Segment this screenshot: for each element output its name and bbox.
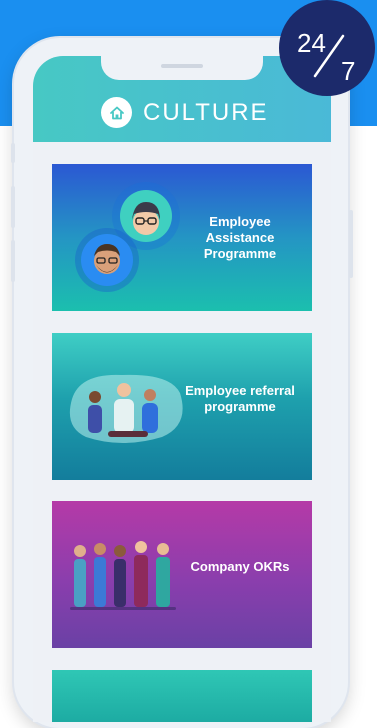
card-label: Employee Assistance Programme [203,214,277,261]
phone-screen: CULTURE Employee Assistance Programme Em… [33,56,331,722]
card-label: Employee referral programme [185,383,295,414]
support-24-7-badge: 24 7 [279,0,375,96]
card-company-okrs[interactable]: Company OKRs [52,501,312,648]
home-icon [109,106,124,119]
card-employee-referral[interactable]: Employee referral programme [52,333,312,480]
card-employee-assistance[interactable]: Employee Assistance Programme [52,164,312,311]
avatar-pair-illustration [75,182,180,292]
phone-notch [101,56,263,80]
card-label: Company OKRs [190,559,290,574]
home-button[interactable] [101,97,132,128]
team-line-illustration [70,541,176,610]
phone-side-button [11,143,15,163]
badge-bottom-text: 7 [341,56,355,86]
phone-side-button [349,210,353,278]
phone-side-button [11,186,15,228]
card-partial[interactable] [52,670,312,722]
page-title: CULTURE [143,99,269,126]
team-group-illustration [69,374,183,443]
phone-side-button [11,240,15,282]
badge-top-text: 24 [297,28,326,58]
